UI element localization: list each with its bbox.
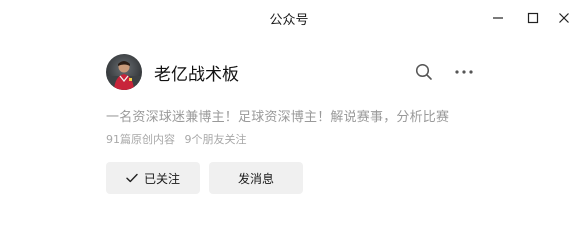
article-count: 91篇原创内容 (106, 133, 175, 146)
maximize-icon (527, 12, 539, 24)
more-icon (455, 70, 473, 74)
close-button[interactable] (552, 6, 576, 30)
minimize-button[interactable] (486, 6, 510, 30)
friend-follow-count[interactable]: 9个朋友关注 (185, 133, 247, 146)
avatar[interactable] (106, 54, 142, 90)
more-button[interactable] (452, 60, 476, 84)
official-account-window: 公众号 老亿战术板 一名资深球迷兼博主！足球资深博主！解说赛事，分析比赛 91篇… (0, 0, 578, 212)
title-bar: 公众号 (0, 0, 578, 36)
minimize-icon (493, 17, 503, 19)
close-icon (559, 13, 569, 23)
account-stats: 91篇原创内容 9个朋友关注 (106, 131, 247, 147)
send-message-label: 发消息 (237, 171, 274, 186)
account-bio: 一名资深球迷兼博主！足球资深博主！解说赛事，分析比赛 (106, 110, 450, 125)
maximize-button[interactable] (521, 6, 545, 30)
search-button[interactable] (412, 60, 436, 84)
check-icon (126, 173, 138, 183)
send-message-button[interactable]: 发消息 (209, 162, 303, 194)
search-icon (415, 63, 432, 80)
followed-button[interactable]: 已关注 (106, 162, 200, 194)
followed-label: 已关注 (143, 171, 180, 186)
account-name: 老亿战术板 (154, 65, 239, 85)
